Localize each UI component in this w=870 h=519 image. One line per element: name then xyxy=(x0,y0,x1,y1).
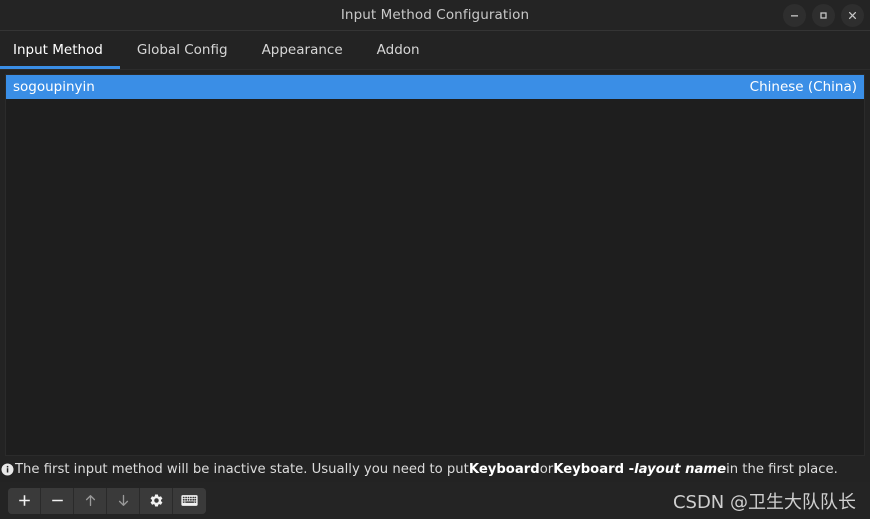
move-up-button[interactable] xyxy=(74,487,107,514)
arrow-up-icon xyxy=(83,493,98,508)
close-icon xyxy=(847,10,858,21)
window-controls xyxy=(783,0,864,31)
input-method-language: Chinese (China) xyxy=(749,79,857,95)
tab-bar: Input Method Global Config Appearance Ad… xyxy=(0,31,870,70)
hint-keyword-layout-name: layout name xyxy=(634,461,727,477)
tab-label: Addon xyxy=(376,42,420,58)
maximize-icon xyxy=(818,10,829,21)
info-icon xyxy=(1,463,14,476)
watermark: CSDN @卫生大队队长 xyxy=(672,491,856,513)
tab-input-method[interactable]: Input Method xyxy=(0,31,120,69)
tab-addon[interactable]: Addon xyxy=(360,31,437,69)
tab-label: Appearance xyxy=(261,42,343,58)
arrow-down-icon xyxy=(116,493,131,508)
minimize-button[interactable] xyxy=(783,4,806,27)
tab-appearance[interactable]: Appearance xyxy=(245,31,360,69)
hint-text-part3: in the first place. xyxy=(726,461,838,477)
configure-button[interactable] xyxy=(140,487,173,514)
minus-icon xyxy=(50,493,65,508)
add-button[interactable] xyxy=(8,487,41,514)
input-method-list[interactable]: sogoupinyin Chinese (China) xyxy=(5,74,865,456)
plus-icon xyxy=(17,493,32,508)
hint-bar: The first input method will be inactive … xyxy=(0,456,870,482)
remove-button[interactable] xyxy=(41,487,74,514)
tab-label: Input Method xyxy=(13,42,103,58)
input-method-name: sogoupinyin xyxy=(13,79,95,95)
title-bar: Input Method Configuration xyxy=(0,0,870,31)
maximize-button[interactable] xyxy=(812,4,835,27)
move-down-button[interactable] xyxy=(107,487,140,514)
bottom-toolbar: CSDN @卫生大队队长 xyxy=(0,482,870,519)
tab-label: Global Config xyxy=(136,42,228,58)
tab-global-config[interactable]: Global Config xyxy=(120,31,245,69)
close-button[interactable] xyxy=(841,4,864,27)
hint-keyword-keyboard-layout: Keyboard - xyxy=(553,461,635,477)
keyboard-layout-button[interactable] xyxy=(173,487,206,514)
hint-text-part1: The first input method will be inactive … xyxy=(15,461,469,477)
hint-text-part2: or xyxy=(539,461,554,477)
minimize-icon xyxy=(789,10,800,21)
toolbar-button-group xyxy=(8,487,206,514)
keyboard-icon xyxy=(181,494,198,507)
table-row[interactable]: sogoupinyin Chinese (China) xyxy=(6,75,864,99)
application-window: Input Method Configuration Input Method xyxy=(0,0,870,519)
gear-icon xyxy=(149,493,164,508)
hint-keyword-keyboard: Keyboard xyxy=(468,461,540,477)
window-title: Input Method Configuration xyxy=(340,7,530,23)
